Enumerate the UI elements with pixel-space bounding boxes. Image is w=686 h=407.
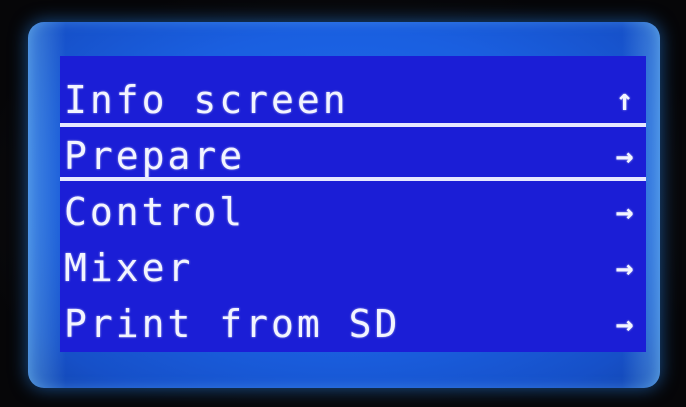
up-arrow-icon: ↑: [615, 83, 637, 118]
right-arrow-icon: →: [615, 251, 637, 286]
main-menu: Info screen ↑ Prepare → Control → Mixer …: [60, 56, 646, 352]
menu-item-print-from-sd[interactable]: Print from SD →: [60, 296, 646, 353]
menu-item-label: Mixer: [64, 246, 194, 290]
menu-item-control[interactable]: Control →: [60, 184, 646, 241]
menu-item-label: Print from SD: [64, 302, 401, 346]
selection-highlight-bottom: [60, 177, 646, 181]
lcd-display-area: Info screen ↑ Prepare → Control → Mixer …: [60, 56, 646, 352]
menu-item-label: Info screen: [64, 78, 349, 122]
menu-item-info-screen[interactable]: Info screen ↑: [60, 72, 646, 129]
menu-item-label: Control: [64, 190, 246, 234]
right-arrow-icon: →: [615, 307, 637, 342]
menu-item-mixer[interactable]: Mixer →: [60, 240, 646, 297]
right-arrow-icon: →: [615, 195, 637, 230]
selection-highlight-top: [60, 123, 646, 127]
